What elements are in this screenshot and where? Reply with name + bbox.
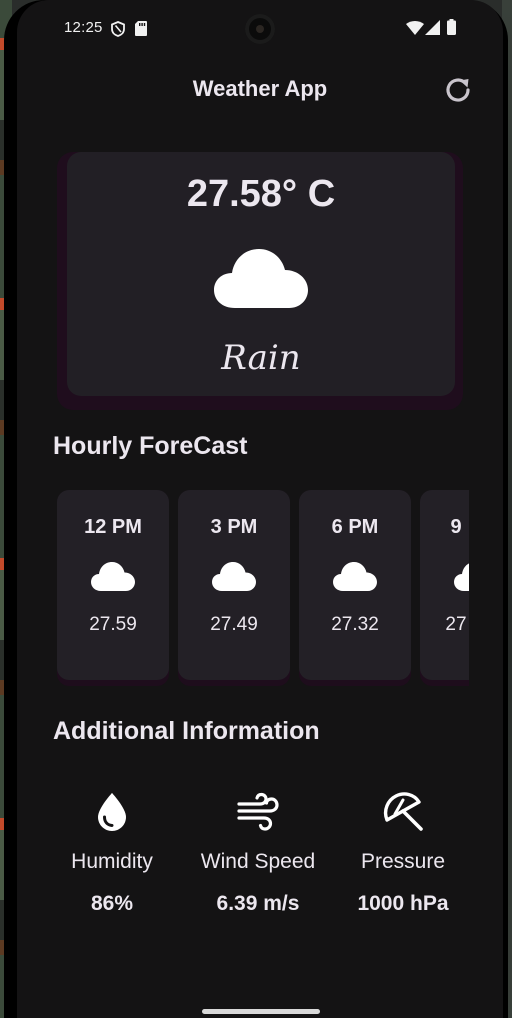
hourly-card: 9 27 (420, 490, 469, 686)
cloud-icon (333, 562, 377, 591)
pressure-info: Pressure 1000 hPa (328, 790, 478, 916)
hourly-card-surface: 9 27 (420, 490, 469, 680)
hourly-forecast-heading: Hourly ForeCast (53, 432, 248, 460)
cloud-icon (91, 562, 135, 591)
hourly-card-surface: 3 PM 27.49 (178, 490, 290, 680)
status-time: 12:25 (64, 19, 103, 36)
info-value: 6.39 m/s (216, 892, 300, 915)
front-camera (245, 14, 275, 44)
gesture-nav-bar[interactable] (202, 1009, 320, 1014)
current-condition: Rain (221, 338, 301, 378)
hourly-temp: 27.32 (331, 614, 379, 635)
app-screen: 12:25 Weather App 27.58° C Rain Hourly F… (17, 0, 503, 1018)
hourly-temp: 27.59 (89, 614, 137, 635)
hourly-card: 12 PM 27.59 (57, 490, 169, 686)
signal-icon (425, 20, 440, 35)
info-label: Humidity (71, 850, 153, 873)
humidity-info: Humidity 86% (37, 790, 187, 916)
wind-icon (237, 792, 279, 831)
info-label: Pressure (360, 850, 446, 873)
hourly-card: 3 PM 27.49 (178, 490, 290, 686)
refresh-icon[interactable] (442, 74, 474, 106)
hourly-temp: 27.49 (210, 614, 258, 635)
shield-icon (111, 21, 125, 37)
hourly-time: 12 PM (84, 516, 142, 538)
wifi-icon (406, 21, 424, 35)
current-temperature: 27.58° C (186, 173, 336, 215)
hourly-card-surface: 6 PM 27.32 (299, 490, 411, 680)
hourly-forecast-list[interactable]: 12 PM 27.59 3 PM 27.49 6 PM 27.32 9 27 (53, 490, 469, 690)
app-title: Weather App (192, 76, 328, 101)
cloud-icon (214, 249, 308, 308)
additional-info-heading: Additional Information (53, 717, 320, 745)
current-weather-card-surface: 27.58° C Rain (67, 152, 455, 396)
hourly-temp: 27 (445, 614, 467, 635)
cloud-icon (212, 562, 256, 591)
hourly-time: 6 PM (331, 516, 379, 538)
status-bar: 12:25 (17, 0, 503, 56)
info-value: 1000 hPa (357, 892, 449, 915)
phone-frame: 12:25 Weather App 27.58° C Rain Hourly F… (4, 0, 508, 1018)
hourly-time: 3 PM (210, 516, 258, 538)
info-value: 86% (90, 892, 134, 915)
sd-card-icon (135, 21, 147, 36)
beach-umbrella-icon (383, 792, 423, 831)
wind-speed-info: Wind Speed 6.39 m/s (183, 790, 333, 916)
hourly-time: 9 (450, 516, 462, 538)
water-drop-icon (98, 793, 126, 831)
cloud-icon (454, 563, 469, 591)
hourly-card-surface: 12 PM 27.59 (57, 490, 169, 680)
hourly-card: 6 PM 27.32 (299, 490, 411, 686)
info-label: Wind Speed (200, 850, 316, 873)
battery-icon (447, 19, 456, 35)
current-weather-card: 27.58° C Rain (57, 152, 463, 410)
